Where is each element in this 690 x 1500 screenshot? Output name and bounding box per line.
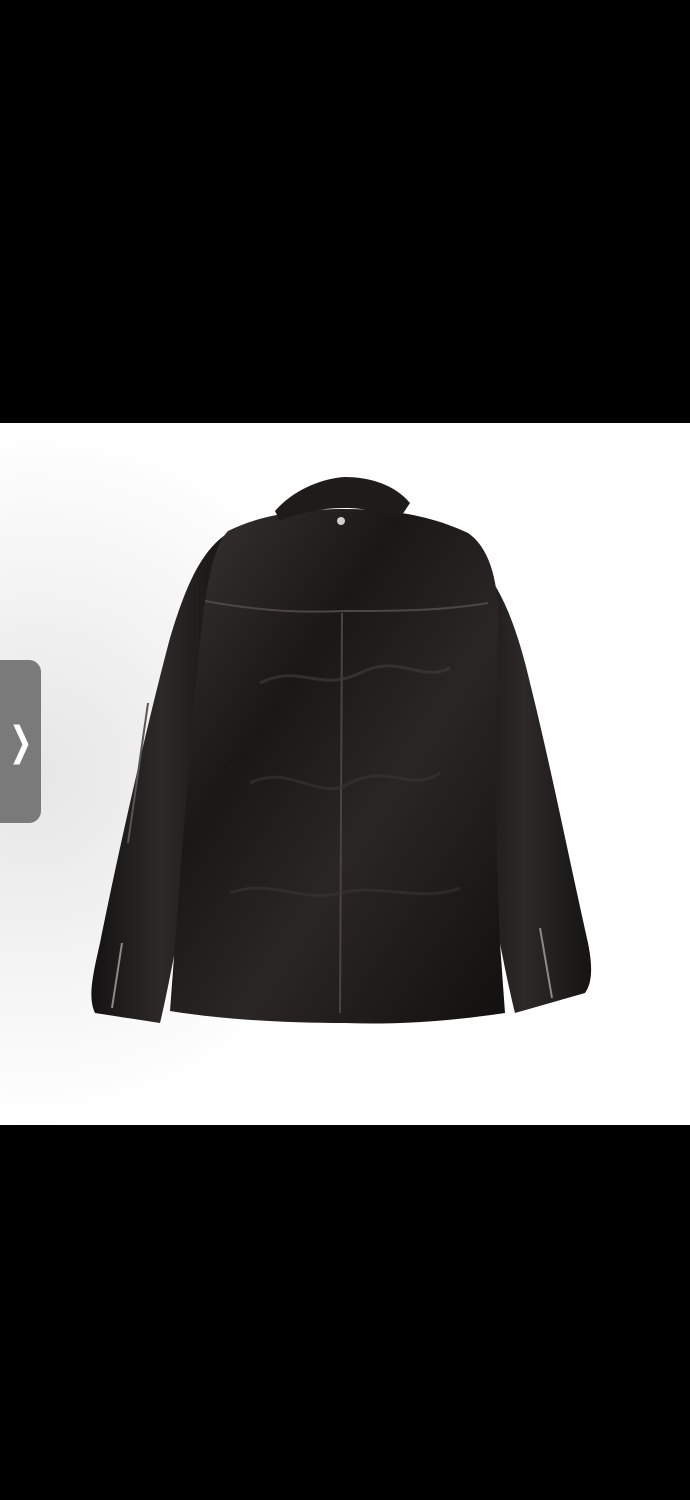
next-image-button[interactable]: ❯	[0, 660, 41, 823]
product-photo[interactable]	[0, 423, 690, 1125]
chevron-right-icon: ❯	[8, 718, 33, 765]
leather-jacket-back-icon	[0, 423, 690, 1125]
image-viewer: ❯	[0, 0, 690, 1500]
